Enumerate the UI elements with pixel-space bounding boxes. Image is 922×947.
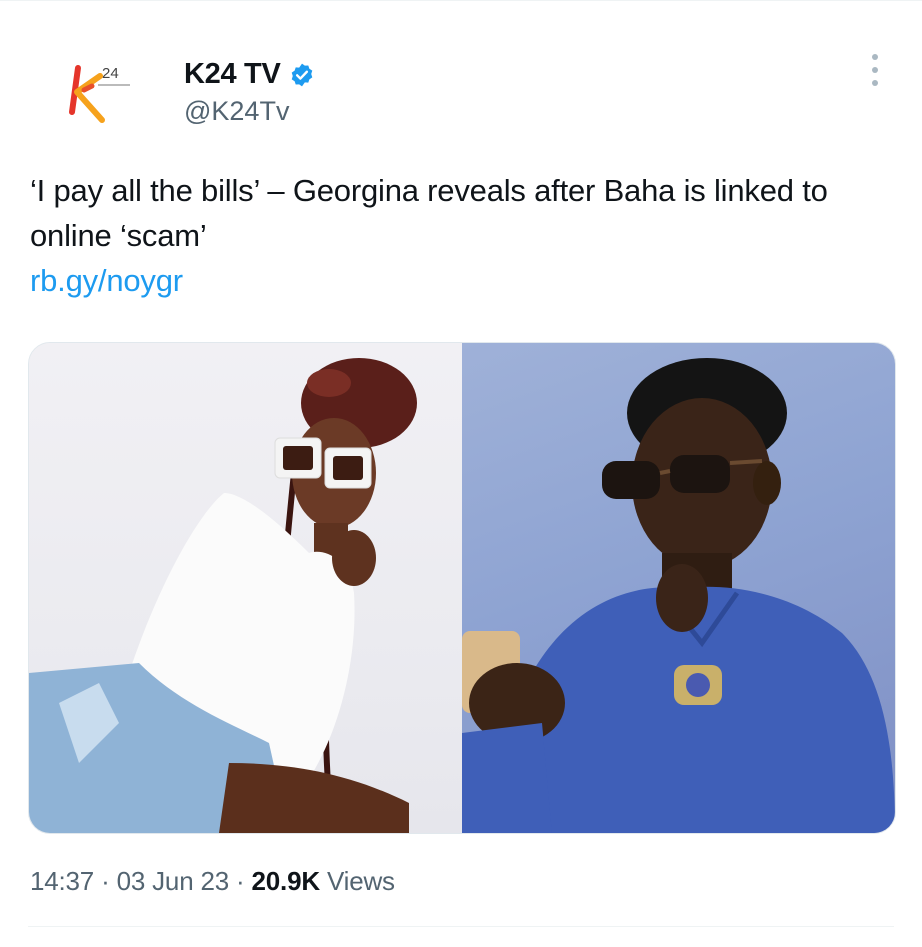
tweet-text: ‘I pay all the bills’ – Georgina reveals… bbox=[30, 173, 828, 253]
meta-separator: · bbox=[229, 866, 252, 896]
k24-logo-icon: 24 bbox=[69, 65, 130, 123]
bottom-divider bbox=[28, 926, 894, 927]
more-options-icon[interactable] bbox=[862, 50, 888, 90]
top-divider bbox=[0, 0, 922, 1]
author-name-row[interactable]: K24 TV bbox=[184, 58, 315, 91]
views-label[interactable]: Views bbox=[320, 866, 395, 896]
logo-text: 24 bbox=[102, 65, 119, 82]
tweet-time[interactable]: 14:37 bbox=[30, 866, 94, 896]
woman-white-sunglasses-photo bbox=[29, 358, 417, 833]
views-count[interactable]: 20.9K bbox=[252, 866, 321, 896]
verified-badge-icon bbox=[289, 62, 315, 88]
author-handle[interactable]: @K24Tv bbox=[184, 96, 289, 127]
author-avatar[interactable]: 24 bbox=[44, 46, 154, 136]
tweet-body: ‘I pay all the bills’ – Georgina reveals… bbox=[30, 168, 910, 303]
man-sunglasses-phone-photo bbox=[462, 358, 895, 833]
tweet-link[interactable]: rb.gy/noygr bbox=[30, 258, 910, 303]
tweet-media[interactable] bbox=[28, 342, 896, 834]
right-photo[interactable] bbox=[462, 343, 895, 833]
tweet-date[interactable]: 03 Jun 23 bbox=[117, 866, 230, 896]
author-name[interactable]: K24 TV bbox=[184, 58, 281, 91]
meta-separator: · bbox=[94, 866, 117, 896]
tweet-meta: 14:37 · 03 Jun 23 · 20.9K Views bbox=[30, 866, 395, 897]
left-photo[interactable] bbox=[29, 343, 462, 833]
